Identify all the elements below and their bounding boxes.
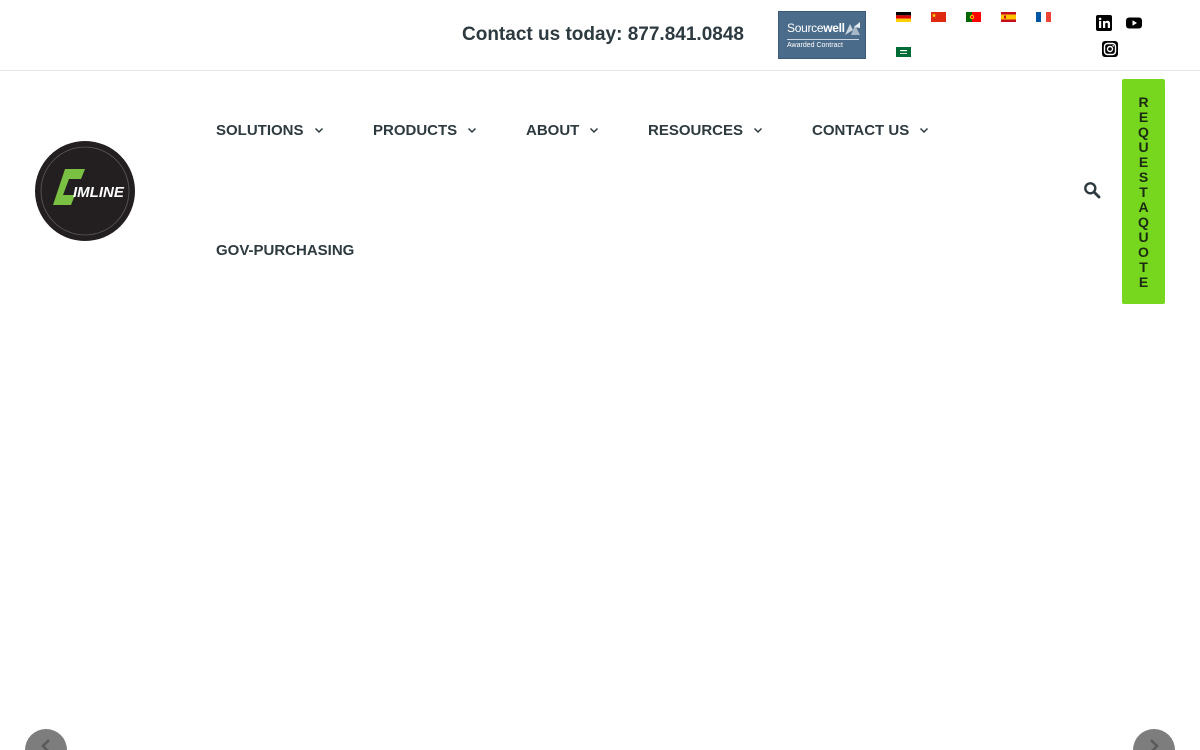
sourcewell-awarded-badge[interactable]: Sourcewell Awarded Contract [778,11,866,59]
sourcewell-name: Sourcewell [787,21,845,35]
nav-item-products[interactable]: PRODUCTS [373,122,477,139]
quote-letter: U [1138,229,1149,245]
quote-letter: T [1139,184,1148,200]
nav-item-gov-purchasing-label: GOV-PURCHASING [216,242,355,259]
nav-item-contact-us-label: CONTACT US [812,122,910,139]
chevron-down-icon [467,127,477,134]
quote-letter: T [1139,259,1148,275]
chevron-right-icon [1150,739,1159,750]
german-flag[interactable] [896,12,911,22]
chevron-down-icon [314,127,324,134]
quote-letter: E [1138,154,1149,170]
youtube-icon[interactable] [1126,15,1142,31]
nav-item-solutions-label: SOLUTIONS [216,122,304,139]
quote-letter: O [1138,244,1149,260]
top-bar: Contact us today: 877.841.0848 Sourcewel… [0,0,1200,71]
slider-prev-button[interactable] [25,729,67,750]
quote-letter: A [1138,199,1149,215]
cimline-logo[interactable]: IMLINE [35,141,135,241]
slider-next-button[interactable] [1133,729,1175,750]
quote-letter: Q [1138,214,1149,230]
nav-item-about-label: ABOUT [526,122,580,139]
chinese-flag[interactable] [931,12,946,22]
chevron-down-icon [919,127,929,134]
spanish-flag[interactable] [1001,12,1016,22]
nav-item-about[interactable]: ABOUT [526,122,599,139]
request-a-quote-button[interactable]: R E Q U E S T A Q U O T E [1122,79,1165,304]
nav-item-solutions[interactable]: SOLUTIONS [216,122,324,139]
nav-item-resources-label: RESOURCES [648,122,744,139]
french-flag[interactable] [1036,12,1051,22]
quote-letter: R [1138,94,1149,110]
chevron-down-icon [589,127,599,134]
quote-letter: U [1138,139,1149,155]
nav-item-resources[interactable]: RESOURCES [648,122,763,139]
sourcewell-divider [787,39,859,40]
chevron-down-icon [753,127,763,134]
quote-letter: E [1138,274,1149,290]
search-icon[interactable] [1083,181,1101,199]
sourcewell-mark-icon [845,22,860,35]
quote-letter: S [1138,169,1149,185]
instagram-icon[interactable] [1102,41,1118,57]
quote-letter: E [1138,109,1149,125]
portuguese-flag[interactable] [966,12,981,22]
quote-letter: Q [1138,124,1149,140]
nav-item-gov-purchasing[interactable]: GOV-PURCHASING [216,242,354,259]
nav-item-products-label: PRODUCTS [373,122,458,139]
contact-phone-text[interactable]: Contact us today: 877.841.0848 [462,24,744,46]
saudi-flag[interactable] [896,47,911,57]
sourcewell-subtitle: Awarded Contract [787,42,843,49]
logo-wordmark: IMLINE [73,184,125,201]
linkedin-icon[interactable] [1096,15,1112,31]
chevron-left-icon [41,739,50,750]
nav-item-contact-us[interactable]: CONTACT US [812,122,929,139]
